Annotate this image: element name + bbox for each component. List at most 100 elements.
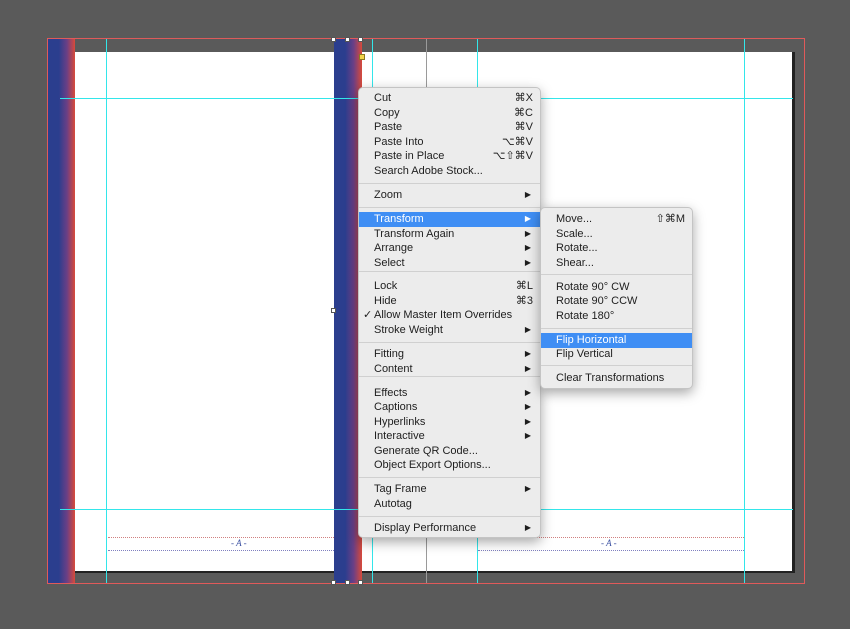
- menu-item-content[interactable]: Content ▶: [359, 362, 540, 377]
- menu-item-label: Lock: [374, 280, 398, 292]
- margin-guide[interactable]: [106, 39, 107, 583]
- selection-handle[interactable]: [331, 37, 336, 42]
- menu-item-search-adobe-stock[interactable]: Search Adobe Stock...: [359, 164, 540, 179]
- margin-guide[interactable]: [744, 39, 745, 583]
- menu-item-rotate-90-ccw[interactable]: Rotate 90° CCW: [541, 294, 692, 309]
- menu-item-rotate-90-cw[interactable]: Rotate 90° CW: [541, 280, 692, 295]
- menu-item-flip-horizontal[interactable]: Flip Horizontal: [541, 333, 692, 348]
- submenu-arrow-icon: ▶: [524, 388, 531, 397]
- menu-item-label: Paste: [374, 121, 403, 133]
- menu-separator: [359, 516, 540, 517]
- submenu-arrow-icon: ▶: [524, 349, 531, 358]
- menu-item-cut[interactable]: Cut ⌘X: [359, 91, 540, 106]
- footer-frame-left[interactable]: [108, 537, 334, 551]
- submenu-arrow-icon: ▶: [524, 523, 531, 532]
- menu-item-allow-master-item-overrides[interactable]: ✓ Allow Master Item Overrides: [359, 308, 540, 323]
- menu-item-interactive[interactable]: Interactive ▶: [359, 429, 540, 444]
- menu-item-autotag[interactable]: Autotag: [359, 497, 540, 512]
- submenu-arrow-icon: ▶: [524, 214, 531, 223]
- selection-handle[interactable]: [331, 308, 336, 313]
- menu-item-label: Stroke Weight: [374, 324, 443, 336]
- menu-item-label: Rotate 180°: [556, 310, 615, 322]
- selection-handle[interactable]: [345, 580, 350, 585]
- menu-item-scale[interactable]: Scale...: [541, 227, 692, 242]
- menu-item-hide[interactable]: Hide ⌘3: [359, 294, 540, 309]
- page-number-marker-left: - A -: [231, 538, 247, 548]
- menu-item-display-performance[interactable]: Display Performance ▶: [359, 521, 540, 536]
- menu-item-paste-into[interactable]: Paste Into ⌥⌘V: [359, 135, 540, 150]
- menu-item-label: Search Adobe Stock...: [374, 165, 483, 177]
- menu-item-zoom[interactable]: Zoom ▶: [359, 188, 540, 203]
- menu-item-label: Flip Horizontal: [556, 334, 627, 346]
- menu-item-label: Paste Into: [374, 136, 424, 148]
- menu-separator: [541, 274, 692, 275]
- menu-item-label: Flip Vertical: [556, 348, 613, 360]
- menu-separator: [541, 328, 692, 329]
- menu-item-label: Select: [374, 257, 405, 269]
- menu-separator: [359, 183, 540, 184]
- submenu-arrow-icon: ▶: [524, 258, 531, 267]
- menu-item-label: Object Export Options...: [374, 459, 491, 471]
- menu-item-fitting[interactable]: Fitting ▶: [359, 347, 540, 362]
- menu-item-label: Effects: [374, 387, 408, 399]
- menu-item-rotate[interactable]: Rotate...: [541, 241, 692, 256]
- page-shadow-bottom: [75, 571, 795, 573]
- menu-separator: [359, 376, 540, 377]
- menu-item-paste[interactable]: Paste ⌘V: [359, 120, 540, 135]
- submenu-arrow-icon: ▶: [524, 190, 531, 199]
- menu-item-label: Generate QR Code...: [374, 445, 478, 457]
- menu-item-label: Rotate 90° CCW: [556, 295, 638, 307]
- menu-item-label: Interactive: [374, 430, 425, 442]
- menu-item-label: Arrange: [374, 242, 414, 254]
- menu-item-hyperlinks[interactable]: Hyperlinks ▶: [359, 415, 540, 430]
- menu-item-move[interactable]: Move... ⇧⌘M: [541, 212, 692, 227]
- shortcut-label: ⌘X: [514, 92, 533, 104]
- submenu-arrow-icon: ▶: [524, 402, 531, 411]
- menu-item-paste-in-place[interactable]: Paste in Place ⌥⇧⌘V: [359, 149, 540, 164]
- menu-item-shear[interactable]: Shear...: [541, 256, 692, 271]
- menu-item-copy[interactable]: Copy ⌘C: [359, 106, 540, 121]
- menu-item-label: Cut: [374, 92, 392, 104]
- selection-handle[interactable]: [331, 580, 336, 585]
- menu-separator: [359, 342, 540, 343]
- menu-item-label: Tag Frame: [374, 483, 427, 495]
- menu-item-stroke-weight[interactable]: Stroke Weight ▶: [359, 323, 540, 338]
- context-menu: Cut ⌘X Copy ⌘C Paste ⌘V Paste Into ⌥⌘V Paste in …: [358, 87, 541, 538]
- selection-handle[interactable]: [358, 580, 363, 585]
- menu-item-label: Allow Master Item Overrides: [374, 309, 513, 321]
- shortcut-label: ⌥⇧⌘V: [492, 150, 533, 162]
- menu-item-transform[interactable]: Transform ▶: [359, 212, 540, 227]
- menu-item-lock[interactable]: Lock ⌘L: [359, 279, 540, 294]
- submenu-arrow-icon: ▶: [524, 229, 531, 238]
- content-grabber[interactable]: [359, 54, 365, 60]
- menu-item-select[interactable]: Select ▶: [359, 256, 540, 271]
- submenu-arrow-icon: ▶: [524, 364, 531, 373]
- menu-separator: [359, 477, 540, 478]
- shortcut-label: ⌘3: [515, 295, 533, 307]
- submenu-arrow-icon: ▶: [524, 431, 531, 440]
- transform-submenu: Move... ⇧⌘M Scale... Rotate... Shear... Rotat…: [540, 207, 693, 389]
- menu-separator: [359, 271, 540, 272]
- menu-item-generate-qr-code[interactable]: Generate QR Code...: [359, 444, 540, 459]
- menu-item-label: Zoom: [374, 189, 403, 201]
- menu-item-flip-vertical[interactable]: Flip Vertical: [541, 347, 692, 362]
- left-page[interactable]: [75, 52, 335, 571]
- left-gradient-bar[interactable]: [48, 39, 75, 583]
- menu-item-label: Shear...: [556, 257, 594, 269]
- menu-item-label: Rotate...: [556, 242, 598, 254]
- submenu-arrow-icon: ▶: [524, 325, 531, 334]
- menu-item-clear-transformations[interactable]: Clear Transformations: [541, 371, 692, 386]
- menu-item-captions[interactable]: Captions ▶: [359, 400, 540, 415]
- menu-item-label: Content: [374, 363, 413, 375]
- menu-item-arrange[interactable]: Arrange ▶: [359, 241, 540, 256]
- selection-handle[interactable]: [345, 37, 350, 42]
- menu-item-transform-again[interactable]: Transform Again ▶: [359, 227, 540, 242]
- menu-item-object-export-options[interactable]: Object Export Options...: [359, 458, 540, 473]
- menu-item-rotate-180[interactable]: Rotate 180°: [541, 309, 692, 324]
- menu-item-effects[interactable]: Effects ▶: [359, 386, 540, 401]
- menu-item-label: Scale...: [556, 228, 593, 240]
- shortcut-label: ⌥⌘V: [501, 136, 533, 148]
- selection-handle[interactable]: [358, 37, 363, 42]
- menu-item-tag-frame[interactable]: Tag Frame ▶: [359, 482, 540, 497]
- menu-separator: [541, 365, 692, 366]
